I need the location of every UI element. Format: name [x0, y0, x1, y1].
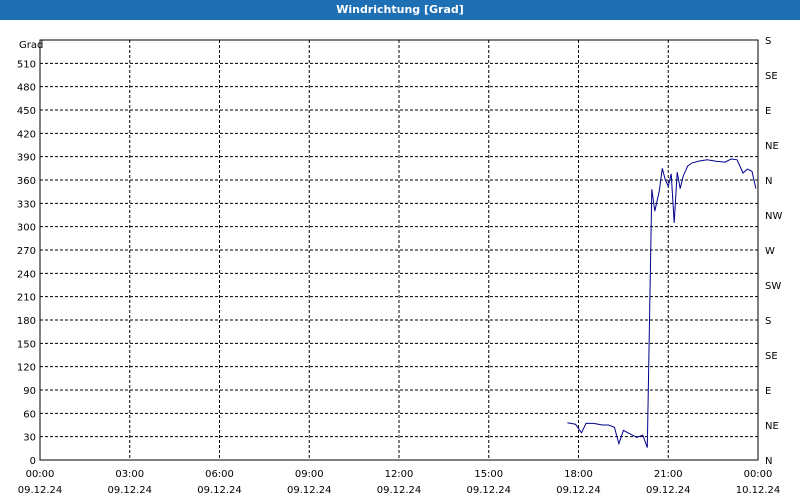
- x-tick-date: 09.12.24: [287, 485, 332, 496]
- y-tick-label: 90: [23, 386, 36, 397]
- y-tick-label: 120: [17, 363, 36, 374]
- x-tick-time: 00:00: [26, 469, 55, 480]
- x-tick-time: 00:00: [744, 469, 773, 480]
- compass-tick-label: SW: [765, 281, 781, 292]
- compass-axis-ticks: N NE E SE S SW W NW N NE E SE S: [765, 36, 782, 467]
- y-tick-label: 300: [17, 223, 36, 234]
- compass-tick-label: S: [765, 36, 771, 47]
- y-tick-label: 150: [17, 339, 36, 350]
- x-tick-time: 12:00: [385, 469, 414, 480]
- compass-tick-label: SE: [765, 71, 778, 82]
- y-tick-label: 180: [17, 316, 36, 327]
- y-tick-label: 210: [17, 293, 36, 304]
- compass-tick-label: NW: [765, 211, 782, 222]
- y-tick-label: 360: [17, 176, 36, 187]
- x-tick-date: 09.12.24: [18, 485, 63, 496]
- compass-tick-label: N: [765, 176, 772, 187]
- compass-tick-label: S: [765, 316, 771, 327]
- x-tick-time: 21:00: [654, 469, 683, 480]
- x-tick-time: 03:00: [115, 469, 144, 480]
- wind-direction-chart: Grad 03060901201501802102402703003303603…: [17, 36, 783, 496]
- y-tick-label: 330: [17, 199, 36, 210]
- x-tick-time: 18:00: [564, 469, 593, 480]
- x-tick-date: 09.12.24: [646, 485, 691, 496]
- compass-tick-label: SE: [765, 351, 778, 362]
- y-tick-label: 240: [17, 269, 36, 280]
- compass-tick-label: W: [765, 246, 775, 257]
- y-tick-label: 420: [17, 129, 36, 140]
- y-tick-label: 450: [17, 106, 36, 117]
- compass-tick-label: NE: [765, 141, 779, 152]
- y-tick-label: 270: [17, 246, 36, 257]
- y-tick-label: 510: [17, 59, 36, 70]
- x-tick-time: 06:00: [205, 469, 234, 480]
- x-tick-date: 09.12.24: [107, 485, 152, 496]
- x-tick-date: 10.12.24: [736, 485, 781, 496]
- wind-direction-line: [567, 158, 757, 448]
- compass-tick-label: NE: [765, 421, 779, 432]
- x-axis-ticks: 00:00 09.12.24 03:00 09.12.24 06:00 09.12.24 0…: [18, 469, 781, 496]
- x-tick-date: 09.12.24: [466, 485, 511, 496]
- compass-tick-label: E: [765, 106, 771, 117]
- x-tick-date: 09.12.24: [556, 485, 601, 496]
- chart-title: Windrichtung [Grad]: [0, 0, 800, 20]
- y-tick-label: 30: [23, 433, 36, 444]
- y-tick-label: 0: [30, 456, 36, 467]
- x-tick-date: 09.12.24: [377, 485, 422, 496]
- x-tick-time: 15:00: [474, 469, 503, 480]
- y-tick-label: 60: [23, 409, 36, 420]
- compass-tick-label: N: [765, 456, 772, 467]
- y-axis-ticks: 0 30 60 90 120 150 180 210 240 270 300 330 360 390 420…: [17, 59, 36, 467]
- y-tick-label: 480: [17, 83, 36, 94]
- y-tick-label: 390: [17, 153, 36, 164]
- compass-tick-label: E: [765, 386, 771, 397]
- x-tick-time: 09:00: [295, 469, 324, 480]
- x-tick-date: 09.12.24: [197, 485, 242, 496]
